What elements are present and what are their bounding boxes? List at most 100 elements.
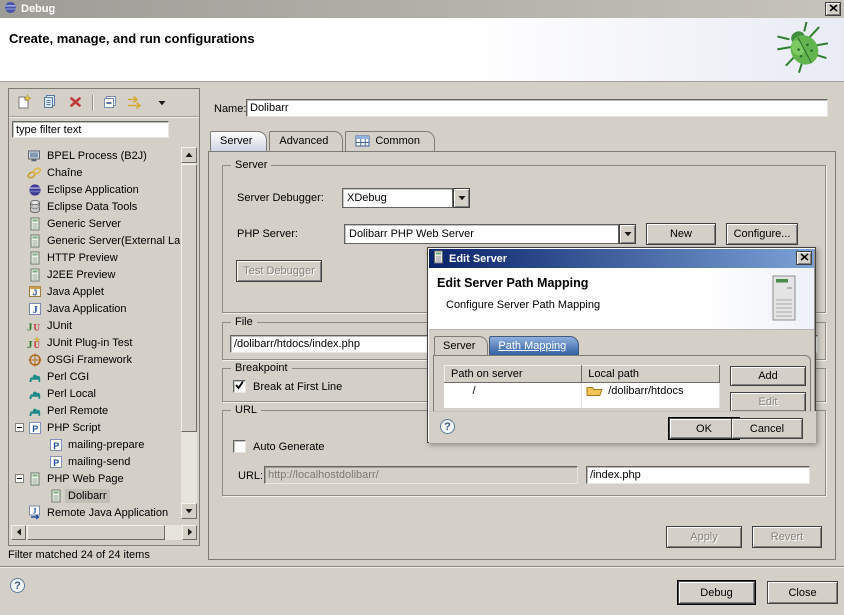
osgi-icon — [25, 353, 44, 367]
scroll-down-button[interactable] — [181, 503, 197, 519]
tree-item-dolibarr[interactable]: Dolibarr — [11, 487, 180, 504]
path-mapping-table[interactable]: Path on serverLocal path //dolibarr/htdo… — [444, 365, 720, 408]
server-icon — [25, 234, 44, 248]
svg-text:U: U — [34, 322, 41, 332]
tree-item-mailing-prepare[interactable]: Pmailing-prepare — [11, 436, 180, 453]
tree-item-junit-plug-in-test[interactable]: JUJUnit Plug-in Test — [11, 334, 180, 351]
debug-button[interactable]: Debug — [678, 581, 755, 604]
tree-indent — [35, 490, 46, 501]
scroll-right-button[interactable] — [182, 525, 197, 540]
tree-item-label: J2EE Preview — [44, 268, 118, 282]
php-server-select[interactable]: Dolibarr PHP Web Server — [344, 224, 636, 244]
auto-generate-checkbox[interactable] — [233, 440, 246, 453]
svg-text:P: P — [53, 457, 59, 467]
server-icon — [25, 251, 44, 265]
dialog-subheading: Configure Server Path Mapping — [446, 299, 600, 311]
config-tab-bar: Server Advanced Common — [210, 131, 437, 152]
scroll-left-button[interactable] — [11, 525, 26, 540]
url-base-input — [264, 466, 578, 484]
tree-item-generic-server-external-la[interactable]: Generic Server(External La — [11, 232, 180, 249]
tab-common[interactable]: Common — [345, 131, 435, 152]
cancel-button[interactable]: Cancel — [731, 418, 803, 439]
new-config-button[interactable] — [14, 94, 33, 113]
new-server-button[interactable]: New — [646, 223, 716, 245]
menu-dropdown-icon — [158, 97, 166, 109]
close-button[interactable]: Close — [767, 581, 838, 604]
tree-item-osgi-framework[interactable]: OSGi Framework — [11, 351, 180, 368]
tree-item-remote-java-application[interactable]: JRemote Java Application — [11, 504, 180, 521]
help-button[interactable]: ? — [10, 578, 25, 593]
edit-mapping-button: Edit — [730, 392, 806, 412]
tree-item-label: Perl Local — [44, 387, 99, 401]
tree-item-http-preview[interactable]: HTTP Preview — [11, 249, 180, 266]
configure-server-button[interactable]: Configure... — [726, 223, 798, 245]
tree-indent — [14, 286, 25, 297]
remote-java-icon: J — [25, 505, 44, 520]
filter-input[interactable] — [12, 121, 169, 138]
tab-label: Advanced — [279, 135, 328, 147]
combo-arrow-button[interactable] — [619, 224, 636, 244]
window-title: Debug — [21, 3, 55, 15]
collapse-toggle-icon[interactable] — [14, 422, 25, 433]
tree-item-bpel-process-b2j-[interactable]: BPEL Process (B2J) — [11, 147, 180, 164]
menu-dropdown-button[interactable] — [152, 94, 171, 113]
column-header-path-on-server[interactable]: Path on server — [445, 366, 582, 383]
tree-item-eclipse-data-tools[interactable]: Eclipse Data Tools — [11, 198, 180, 215]
svg-text:P: P — [32, 423, 38, 433]
tree-item-mailing-send[interactable]: Pmailing-send — [11, 453, 180, 470]
scroll-up-button[interactable] — [181, 147, 197, 163]
tree-item-perl-cgi[interactable]: Perl CGI — [11, 368, 180, 385]
tree-item-eclipse-application[interactable]: Eclipse Application — [11, 181, 180, 198]
url-path-input[interactable] — [586, 466, 810, 484]
name-input[interactable] — [246, 99, 828, 117]
tab-label: Server — [443, 340, 475, 352]
collapse-all-button[interactable] — [100, 94, 119, 113]
tree-indent — [14, 218, 25, 229]
tree-item-label: Generic Server(External La — [44, 234, 180, 248]
chevron-down-icon — [624, 228, 632, 240]
tree-item-java-application[interactable]: JJava Application — [11, 300, 180, 317]
tree-item-perl-remote[interactable]: Perl Remote — [11, 402, 180, 419]
tree-indent — [14, 337, 25, 348]
table-header-row: Path on serverLocal path — [445, 366, 720, 383]
server-debugger-select[interactable]: XDebug — [342, 188, 470, 208]
tree-item-generic-server[interactable]: Generic Server — [11, 215, 180, 232]
perl-icon — [25, 370, 44, 383]
tab-path-mapping[interactable]: Path Mapping — [489, 336, 579, 356]
dialog-close-button[interactable] — [796, 251, 812, 265]
window-close-button[interactable] — [825, 2, 841, 16]
php-server-label: PHP Server: — [237, 228, 298, 240]
tree-indent — [14, 269, 25, 280]
tree-item-java-applet[interactable]: JJava Applet — [11, 283, 180, 300]
svg-text:J: J — [27, 339, 33, 350]
add-mapping-button[interactable]: Add — [730, 366, 806, 386]
tree-item-j2ee-preview[interactable]: J2EE Preview — [11, 266, 180, 283]
collapse-toggle-icon[interactable] — [14, 473, 25, 484]
dialog-help-button[interactable]: ? — [440, 419, 455, 434]
configurations-panel: BPEL Process (B2J)ChaîneEclipse Applicat… — [8, 88, 200, 546]
delete-button[interactable] — [66, 94, 85, 113]
tree-item-php-web-page[interactable]: PHP Web Page — [11, 470, 180, 487]
column-header-local-path[interactable]: Local path — [582, 366, 720, 383]
tree-indent — [14, 150, 25, 161]
tree-item-junit[interactable]: JUJUnit — [11, 317, 180, 334]
tree-item-php-script[interactable]: PPHP Script — [11, 419, 180, 436]
tab-server[interactable]: Server — [434, 336, 488, 356]
tree-vertical-scrollbar[interactable] — [181, 147, 197, 519]
tree-item-perl-local[interactable]: Perl Local — [11, 385, 180, 402]
combo-arrow-button[interactable] — [453, 188, 470, 208]
tree-horizontal-scrollbar[interactable] — [11, 525, 197, 540]
duplicate-button[interactable] — [40, 94, 59, 113]
debug-bug-icon — [774, 22, 834, 79]
filter-button[interactable] — [126, 94, 145, 113]
tab-advanced[interactable]: Advanced — [269, 131, 343, 152]
horizontal-scroll-thumb[interactable] — [27, 525, 165, 540]
svg-text:J: J — [27, 321, 33, 333]
vertical-scroll-thumb[interactable] — [181, 164, 197, 432]
ok-button[interactable]: OK — [669, 418, 739, 439]
tree-item-cha-ne[interactable]: Chaîne — [11, 164, 180, 181]
table-row[interactable]: //dolibarr/htdocs — [445, 383, 720, 400]
tab-server[interactable]: Server — [210, 131, 267, 152]
close-icon — [800, 252, 809, 264]
break-first-line-checkbox[interactable] — [233, 380, 246, 393]
